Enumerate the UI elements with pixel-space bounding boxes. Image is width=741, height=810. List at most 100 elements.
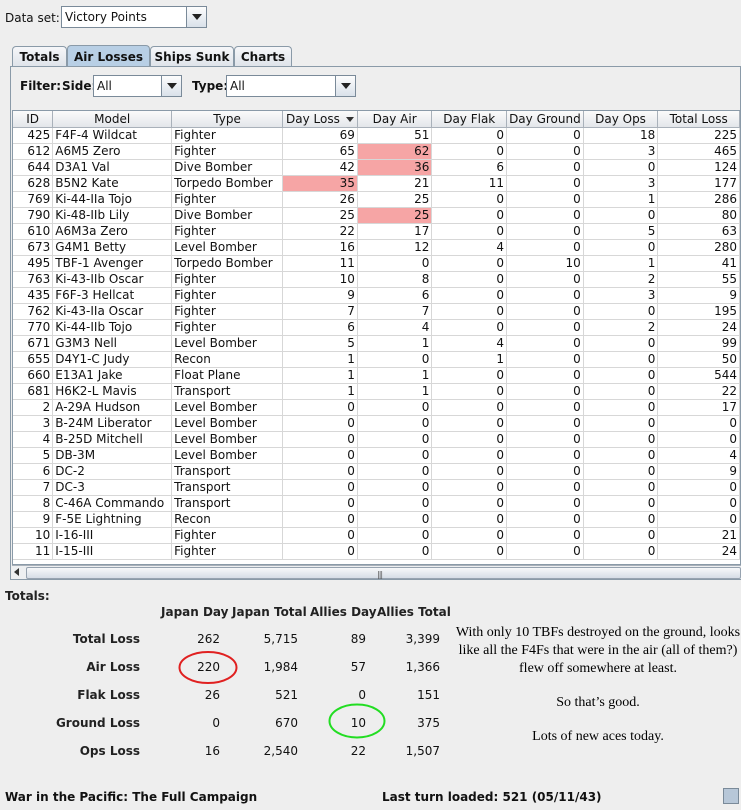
table-cell: E13A1 Jake <box>52 367 173 384</box>
side-select[interactable]: All <box>93 75 182 97</box>
table-row[interactable]: 9 F-5E Lightning Recon 0 0 0 0 0 0 <box>13 511 740 528</box>
table-cell: Transport <box>171 463 283 480</box>
column-header-type[interactable]: Type <box>171 111 283 128</box>
table-row[interactable]: 612 A6M5 Zero Fighter 65 62 0 0 3 465 <box>13 143 740 160</box>
table-row[interactable]: 495 TBF-1 Avenger Torpedo Bomber 11 0 0 10 1 41 <box>13 255 740 272</box>
table-row[interactable]: 4 B-25D Mitchell Level Bomber 0 0 0 0 0 0 <box>13 431 740 448</box>
table-row[interactable]: 763 Ki-43-IIb Oscar Fighter 10 8 0 0 2 55 <box>13 271 740 288</box>
scroll-left-arrow-icon[interactable] <box>14 568 19 576</box>
table-cell: 50 <box>657 351 740 368</box>
table-cell: 286 <box>657 191 740 208</box>
totals-value: 0 <box>358 688 366 702</box>
column-header-model[interactable]: Model <box>52 111 173 128</box>
table-row[interactable]: 610 A6M3a Zero Fighter 22 17 0 0 5 63 <box>13 223 740 240</box>
chevron-down-icon[interactable] <box>335 76 355 96</box>
table-cell: 0 <box>583 511 659 528</box>
totals-header-allies-total: Allies Total <box>377 605 451 619</box>
table-row[interactable]: 435 F6F-3 Hellcat Fighter 9 6 0 0 3 9 <box>13 287 740 304</box>
table-cell: 0 <box>583 415 659 432</box>
table-row[interactable]: 6 DC-2 Transport 0 0 0 0 0 9 <box>13 463 740 480</box>
table-row[interactable]: 425 F4F-4 Wildcat Fighter 69 51 0 0 18 225 <box>13 127 740 144</box>
table-cell: 41 <box>657 255 740 272</box>
column-header-label: Total Loss <box>669 111 728 126</box>
table-row[interactable]: 660 E13A1 Jake Float Plane 1 1 0 0 0 544 <box>13 367 740 384</box>
tab-air-losses[interactable]: Air Losses <box>67 45 150 67</box>
table-cell: 0 <box>431 463 508 480</box>
table-cell: 0 <box>357 543 433 560</box>
totals-row-label: Air Loss <box>86 660 140 674</box>
totals-value: 26 <box>204 688 220 702</box>
table-cell: 0 <box>357 495 433 512</box>
table-cell: Dive Bomber <box>171 159 283 176</box>
column-header-day-air[interactable]: Day Air <box>357 111 433 128</box>
table-cell: 425 <box>13 127 54 144</box>
table-row[interactable]: 770 Ki-44-IIb Tojo Fighter 6 4 0 0 2 24 <box>13 319 740 336</box>
table-cell: TBF-1 Avenger <box>52 255 173 272</box>
column-header-label: Day Air <box>372 111 417 126</box>
chevron-down-icon[interactable] <box>161 76 181 96</box>
table-cell: 63 <box>657 223 740 240</box>
table-row[interactable]: 790 Ki-48-IIb Lily Dive Bomber 25 25 0 0 0 80 <box>13 207 740 224</box>
table-cell: 9 <box>657 287 740 304</box>
column-header-id[interactable]: ID <box>13 111 54 128</box>
table-row[interactable]: 11 I-15-III Fighter 0 0 0 0 0 24 <box>13 543 740 560</box>
column-header-day-loss[interactable]: Day Loss <box>282 111 358 128</box>
table-cell: 0 <box>357 431 433 448</box>
table-cell: Fighter <box>171 271 283 288</box>
table-cell: Fighter <box>171 543 283 560</box>
totals-row-label: Total Loss <box>72 632 140 646</box>
table-row[interactable]: 671 G3M3 Nell Level Bomber 5 1 4 0 0 99 <box>13 335 740 352</box>
table-cell: 0 <box>357 415 433 432</box>
table-cell: 0 <box>282 543 358 560</box>
table-cell: A6M5 Zero <box>52 143 173 160</box>
column-header-day-ops[interactable]: Day Ops <box>583 111 659 128</box>
table-row[interactable]: 762 Ki-43-IIa Oscar Fighter 7 7 0 0 0 195 <box>13 303 740 320</box>
column-header-label: Type <box>213 111 241 126</box>
tab-totals[interactable]: Totals <box>12 46 67 66</box>
table-row[interactable]: 2 A-29A Hudson Level Bomber 0 0 0 0 0 17 <box>13 399 740 416</box>
table-cell: 0 <box>506 175 584 192</box>
table-cell: Recon <box>171 511 283 528</box>
table-cell: 55 <box>657 271 740 288</box>
table-row[interactable]: 673 G4M1 Betty Level Bomber 16 12 4 0 0 280 <box>13 239 740 256</box>
table-row[interactable]: 655 D4Y1-C Judy Recon 1 0 1 0 0 50 <box>13 351 740 368</box>
table-row[interactable]: 8 C-46A Commando Transport 0 0 0 0 0 0 <box>13 495 740 512</box>
table-cell: 11 <box>282 255 358 272</box>
table-row[interactable]: 5 DB-3M Level Bomber 0 0 0 0 0 4 <box>13 447 740 464</box>
table-cell: 544 <box>657 367 740 384</box>
table-cell: 8 <box>13 495 54 512</box>
table-row[interactable]: 10 I-16-III Fighter 0 0 0 0 0 21 <box>13 527 740 544</box>
table-cell: 5 <box>583 223 659 240</box>
table-cell: 36 <box>357 159 433 176</box>
table-cell: 4 <box>431 335 508 352</box>
table-cell: B-24M Liberator <box>52 415 173 432</box>
table-row[interactable]: 3 B-24M Liberator Level Bomber 0 0 0 0 0 0 <box>13 415 740 432</box>
table-cell: 0 <box>357 447 433 464</box>
table-cell: 0 <box>357 399 433 416</box>
scrollbar-thumb[interactable]: ||| <box>26 567 741 579</box>
table-row[interactable]: 628 B5N2 Kate Torpedo Bomber 35 21 11 0 3 177 <box>13 175 740 192</box>
table-row[interactable]: 681 H6K2-L Mavis Transport 1 1 0 0 0 22 <box>13 383 740 400</box>
column-header-total-loss[interactable]: Total Loss <box>657 111 740 128</box>
horizontal-scrollbar[interactable]: ||| <box>12 565 741 579</box>
tab-ships-sunk[interactable]: Ships Sunk <box>150 46 234 66</box>
table-cell: 0 <box>431 431 508 448</box>
type-select[interactable]: All <box>226 75 356 97</box>
table-cell: 0 <box>357 511 433 528</box>
resize-grip-icon[interactable] <box>723 788 739 804</box>
table-cell: 99 <box>657 335 740 352</box>
table-row[interactable]: 7 DC-3 Transport 0 0 0 0 0 0 <box>13 479 740 496</box>
table-cell: 3 <box>13 415 54 432</box>
chevron-down-icon[interactable] <box>186 7 206 27</box>
table-row[interactable]: 644 D3A1 Val Dive Bomber 42 36 6 0 0 124 <box>13 159 740 176</box>
air-losses-table[interactable]: ID Model Type Day Loss Day Air Day Flak Day Gr… <box>12 110 741 565</box>
table-cell: Fighter <box>171 143 283 160</box>
table-row[interactable]: 769 Ki-44-IIa Tojo Fighter 26 25 0 0 1 286 <box>13 191 740 208</box>
column-header-day-ground[interactable]: Day Ground <box>506 111 584 128</box>
dataset-select[interactable]: Victory Points <box>61 6 207 28</box>
column-header-day-flak[interactable]: Day Flak <box>431 111 508 128</box>
table-cell: 3 <box>583 175 659 192</box>
table-cell: 0 <box>583 463 659 480</box>
table-cell: 0 <box>282 399 358 416</box>
tab-charts[interactable]: Charts <box>234 46 292 66</box>
